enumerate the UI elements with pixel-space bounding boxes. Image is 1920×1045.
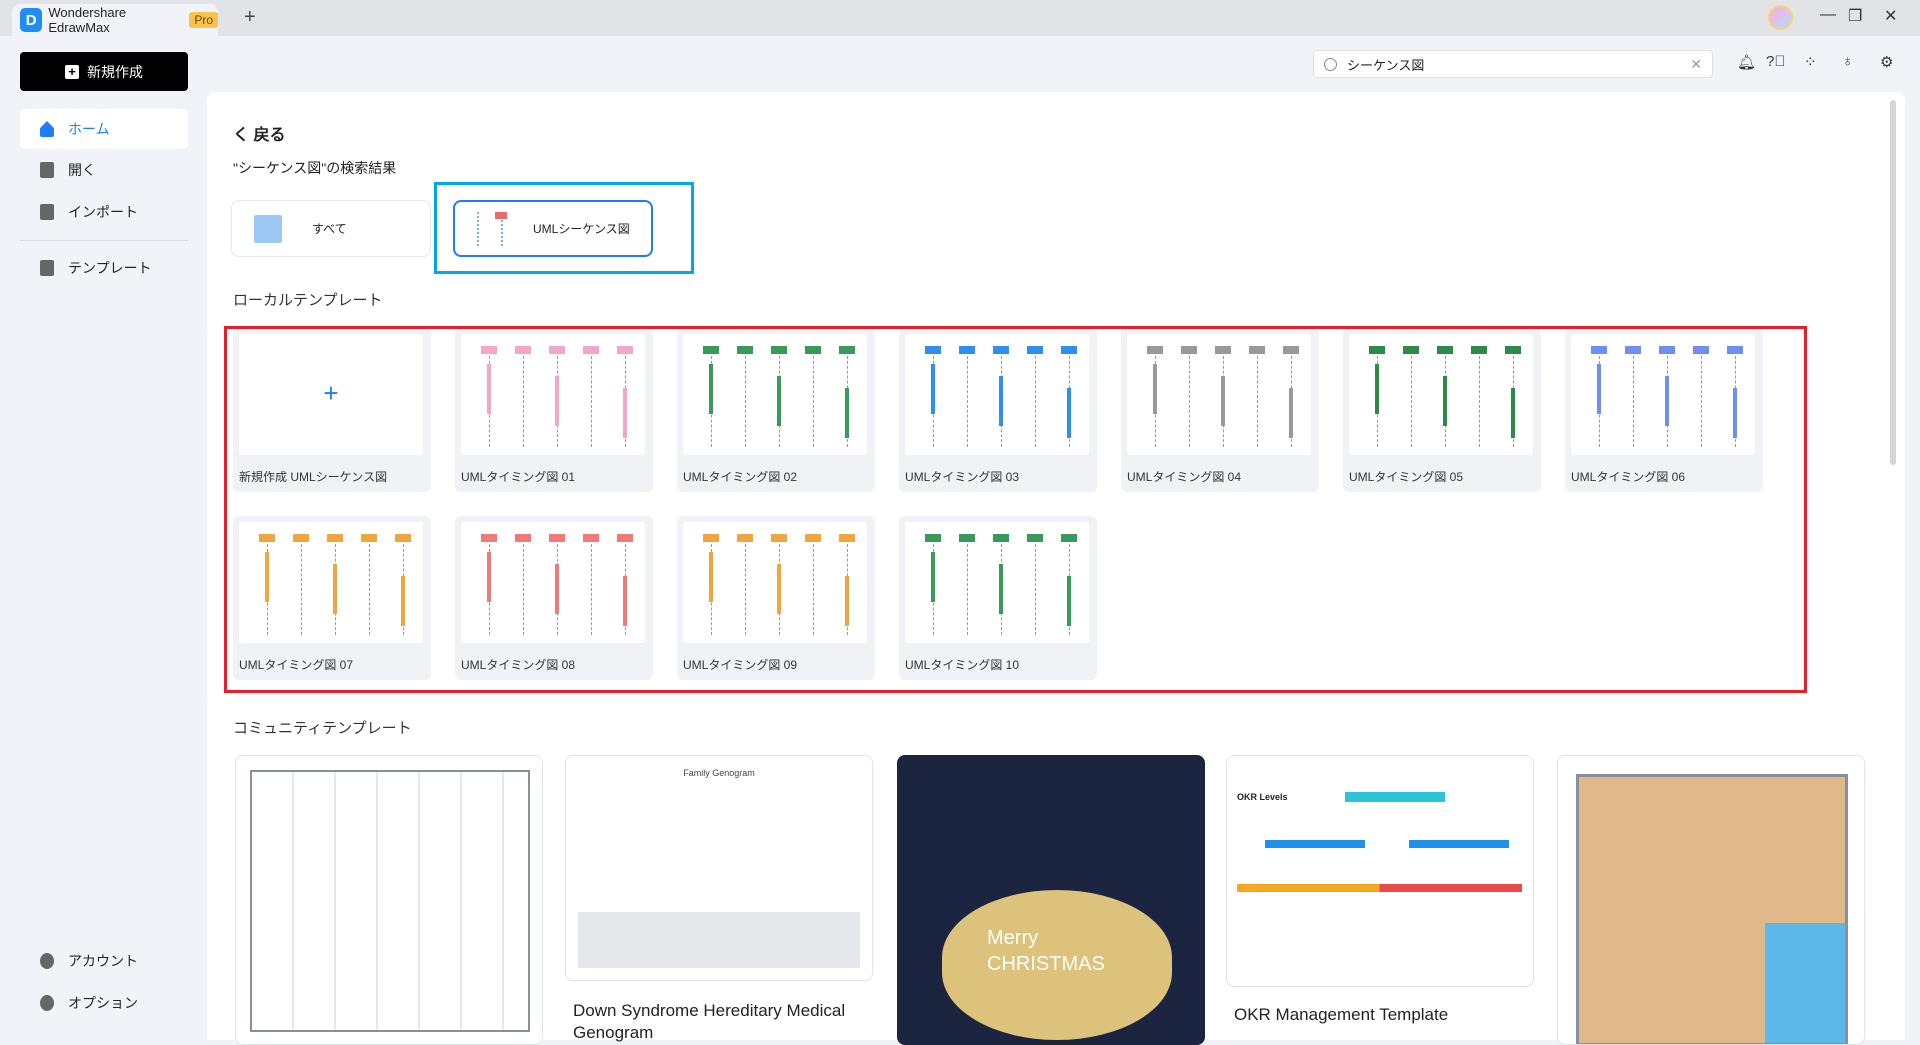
community-template-card[interactable]: Merry CHRISTMAS [897, 755, 1205, 1045]
app-tab[interactable]: D Wondershare EdrawMax Pro [12, 4, 218, 36]
thumbnail-title: Family Genogram [683, 768, 755, 778]
new-document-button[interactable]: + 新規作成 [20, 52, 188, 91]
edrawmax-logo-icon: D [20, 8, 43, 32]
theme-icon[interactable]: ♁ [1842, 53, 1853, 70]
sidebar-item-label: ホーム [68, 121, 110, 137]
sidebar-item-options[interactable]: オプション [20, 983, 188, 1023]
highlight-box-filter [434, 182, 694, 274]
local-templates-title: ローカルテンプレート [233, 292, 383, 309]
new-button-label: 新規作成 [87, 63, 143, 80]
apps-icon[interactable]: ⁘ [1804, 53, 1817, 71]
sidebar-item-open[interactable]: 開く [20, 150, 188, 190]
plus-icon: + [65, 64, 79, 79]
community-template-card[interactable]: OKR Levels [1226, 755, 1534, 987]
search-icon [1324, 57, 1337, 71]
scrollbar[interactable] [1890, 100, 1896, 465]
community-templates-title: コミュニティテンプレート [233, 720, 412, 737]
sidebar-divider [20, 240, 188, 241]
new-tab-button[interactable]: + [244, 6, 256, 29]
sidebar-item-home[interactable]: ホーム [20, 109, 188, 149]
search-input[interactable]: シーケンス図 ✕ [1313, 50, 1713, 78]
thumbnail-text: Merry CHRISTMAS [987, 927, 1105, 975]
community-template-card[interactable] [235, 755, 543, 1045]
avatar[interactable] [1768, 5, 1793, 30]
pro-badge: Pro [189, 12, 218, 28]
help-icon[interactable]: ?⃝ [1766, 53, 1786, 70]
gear-icon [40, 995, 54, 1011]
sidebar-item-account[interactable]: アカウント [20, 941, 188, 981]
floor-plan-thumbnail [250, 770, 530, 1032]
community-template-card[interactable] [1557, 755, 1865, 1045]
bell-icon[interactable]: 🔔︎ [1737, 53, 1756, 71]
import-icon [40, 204, 54, 220]
sidebar-item-template[interactable]: テンプレート [20, 248, 188, 288]
template-icon [40, 260, 54, 276]
sidebar-item-label: アカウント [68, 953, 138, 969]
account-icon [40, 953, 54, 969]
genogram-legend [578, 912, 860, 968]
community-template-caption[interactable]: OKR Management Template [1234, 1005, 1448, 1025]
restore-button[interactable]: ❐ [1848, 6, 1862, 26]
filter-label: すべて [312, 222, 347, 236]
sidebar-item-label: 開く [68, 162, 96, 178]
sidebar-item-label: インポート [68, 204, 138, 220]
image-icon [254, 214, 282, 243]
floor-plan-thumbnail [1576, 774, 1848, 1044]
title-bar: D Wondershare EdrawMax Pro + — ❐ ✕ [0, 0, 1920, 36]
sidebar-item-label: オプション [68, 995, 138, 1011]
filter-all[interactable]: すべて [231, 200, 431, 257]
settings-icon[interactable]: ⚙ [1880, 53, 1893, 71]
community-template-card[interactable]: Family Genogram [565, 755, 873, 981]
highlight-box-local-templates [224, 326, 1807, 693]
close-button[interactable]: ✕ [1884, 6, 1897, 26]
minimize-button[interactable]: — [1820, 6, 1836, 24]
results-title: "シーケンス図"の検索結果 [233, 160, 397, 176]
sidebar-item-label: テンプレート [68, 260, 152, 276]
home-icon [40, 121, 54, 137]
clear-search-button[interactable]: ✕ [1690, 56, 1702, 73]
search-value: シーケンス図 [1347, 57, 1425, 73]
thumbnail-title: OKR Levels [1237, 792, 1288, 802]
community-template-caption[interactable]: Down Syndrome Hereditary Medical Genogra… [573, 1000, 873, 1044]
back-button[interactable]: く 戻る [233, 121, 285, 145]
sidebar-item-import[interactable]: インポート [20, 192, 188, 232]
file-icon [40, 162, 54, 178]
app-title: Wondershare EdrawMax [48, 5, 127, 35]
